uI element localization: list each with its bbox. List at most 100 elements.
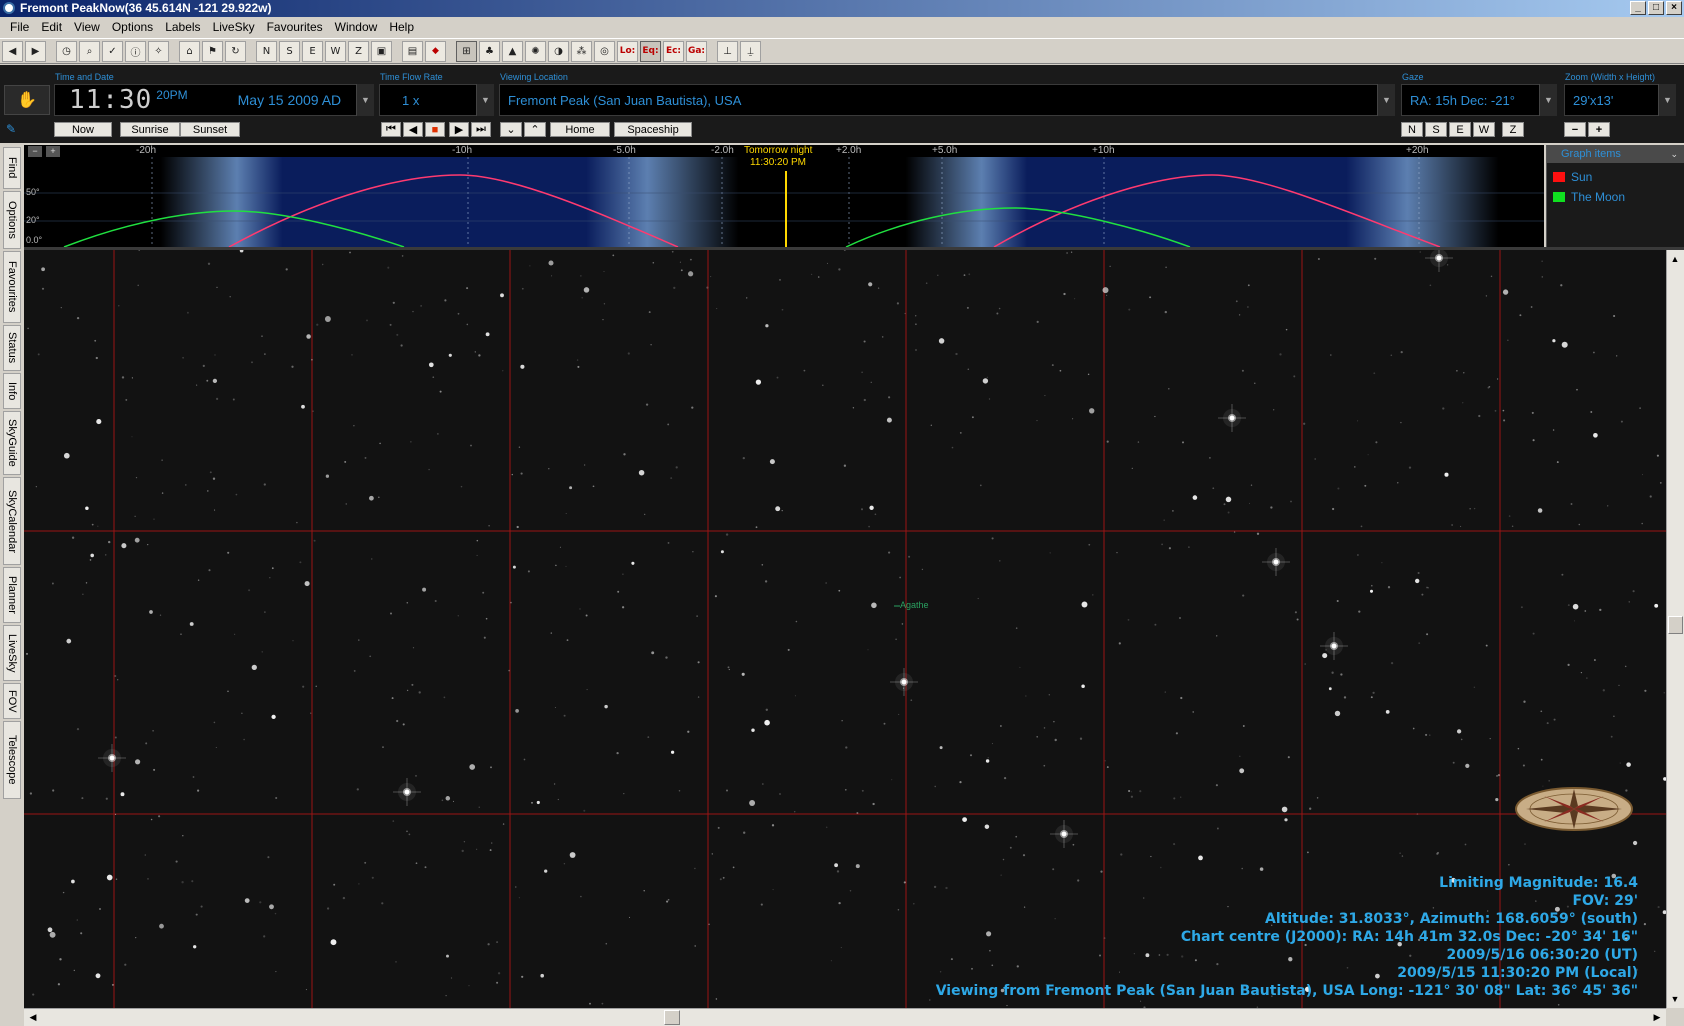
sun-icon[interactable]: ✺	[525, 40, 546, 62]
skip-forward-button[interactable]: ⏭	[471, 122, 491, 137]
flag-icon[interactable]: ⚑	[202, 40, 223, 62]
viewing-location-field[interactable]: Fremont Peak (San Juan Bautista), USA	[499, 84, 1395, 116]
clock-icon[interactable]: ◷	[56, 40, 77, 62]
time-date-field[interactable]: 11:30 20PM May 15 2009 AD	[54, 84, 374, 116]
timeline-zoom-in-button[interactable]: +	[46, 146, 60, 157]
play-button[interactable]: ▶	[449, 122, 469, 137]
sunrise-button[interactable]: Sunrise	[120, 122, 180, 137]
menu-file[interactable]: File	[4, 17, 35, 37]
asteroid-label-agathe[interactable]: Agathe	[900, 600, 929, 610]
menu-view[interactable]: View	[68, 17, 106, 37]
tab-fov[interactable]: FOV	[3, 683, 21, 719]
asterism-icon[interactable]: ⁂	[571, 40, 592, 62]
gaze-north-button[interactable]: N	[1401, 122, 1423, 137]
compass-rose-icon[interactable]	[1514, 786, 1634, 832]
vertical-scroll-thumb[interactable]	[1668, 616, 1683, 634]
ecliptic-grid-button[interactable]: Ec:	[663, 40, 684, 62]
sky-chart-view[interactable]: Agathe Limiting Magnitude: 16.4 FOV: 29'…	[24, 250, 1666, 1008]
scroll-down-arrow-icon[interactable]: ▼	[1667, 991, 1683, 1007]
flow-rate-dropdown-arrow[interactable]: ▼	[476, 84, 494, 116]
telescope-mount-icon[interactable]: ⍊	[740, 40, 761, 62]
equatorial-grid-button[interactable]: Eq:	[640, 40, 661, 62]
tab-skycalendar[interactable]: SkyCalendar	[3, 477, 21, 565]
stop-sign-icon[interactable]: ◆	[425, 40, 446, 62]
menu-livesky[interactable]: LiveSky	[207, 17, 261, 37]
direction-s-button[interactable]: S	[279, 40, 300, 62]
close-button[interactable]: ×	[1666, 1, 1682, 15]
menu-favourites[interactable]: Favourites	[261, 17, 329, 37]
zoom-out-button[interactable]: −	[1564, 122, 1586, 137]
gaze-west-button[interactable]: W	[1473, 122, 1495, 137]
scroll-right-arrow-icon[interactable]: ▶	[1649, 1009, 1665, 1025]
tab-info[interactable]: Info	[3, 373, 21, 409]
gaze-south-button[interactable]: S	[1425, 122, 1447, 137]
menu-edit[interactable]: Edit	[35, 17, 68, 37]
legend-collapse-icon[interactable]: ⌄	[1670, 145, 1678, 163]
minimize-button[interactable]: _	[1630, 1, 1646, 15]
grid-icon[interactable]: ⊞	[456, 40, 477, 62]
direction-n-button[interactable]: N	[256, 40, 277, 62]
tab-find[interactable]: Find	[3, 147, 21, 189]
home-button[interactable]: Home	[550, 122, 610, 137]
tab-status[interactable]: Status	[3, 325, 21, 371]
legend-item-moon[interactable]: The Moon	[1547, 187, 1684, 207]
maximize-button[interactable]: □	[1648, 1, 1664, 15]
home-icon[interactable]: ⌂	[179, 40, 200, 62]
horizontal-scroll-thumb[interactable]	[664, 1010, 680, 1025]
magnifier-icon[interactable]: ⌕	[79, 40, 100, 62]
altitude-timeline[interactable]: − + -20h -10h -5.0h -2.0h +2.0h +5.0h +1…	[24, 145, 1544, 247]
constellation-icon[interactable]: ✧	[148, 40, 169, 62]
location-dropdown-arrow[interactable]: ▼	[1377, 84, 1395, 116]
timeline-zoom-out-button[interactable]: −	[28, 146, 42, 157]
menu-window[interactable]: Window	[329, 17, 384, 37]
hand-control-icon[interactable]: ✋	[4, 85, 50, 115]
pin-icon[interactable]: ✎	[6, 122, 22, 138]
gaze-dropdown-arrow[interactable]: ▼	[1539, 84, 1557, 116]
triangle-icon[interactable]: ▲	[502, 40, 523, 62]
skip-back-button[interactable]: ⏮	[381, 122, 401, 137]
forward-arrow-icon[interactable]: ▶	[25, 40, 46, 62]
rotate-icon[interactable]: ↻	[225, 40, 246, 62]
menu-help[interactable]: Help	[383, 17, 420, 37]
tab-options[interactable]: Options	[3, 191, 21, 249]
tab-livesky[interactable]: LiveSky	[3, 625, 21, 681]
info-icon[interactable]: ⓘ	[125, 40, 146, 62]
zoom-in-button[interactable]: +	[1588, 122, 1610, 137]
tab-telescope[interactable]: Telescope	[3, 721, 21, 799]
pan-up-button[interactable]: ⌃	[524, 122, 546, 137]
checklist-icon[interactable]: ✓	[102, 40, 123, 62]
globe-icon[interactable]: ◑	[548, 40, 569, 62]
telescope-icon[interactable]: ⊥	[717, 40, 738, 62]
legend-header[interactable]: Graph items ⌄	[1547, 145, 1684, 163]
gaze-field[interactable]: RA: 15h Dec: -21°	[1401, 84, 1557, 116]
direction-w-button[interactable]: W	[325, 40, 346, 62]
picture-icon[interactable]: ▤	[402, 40, 423, 62]
legend-item-sun[interactable]: Sun	[1547, 167, 1684, 187]
horizontal-scrollbar[interactable]: ◀ ▶	[24, 1008, 1666, 1026]
tab-skyguide[interactable]: SkyGuide	[3, 411, 21, 475]
step-back-button[interactable]: ◀	[403, 122, 423, 137]
screen-icon[interactable]: ▣	[371, 40, 392, 62]
now-button[interactable]: Now	[54, 122, 112, 137]
tab-favourites[interactable]: Favourites	[3, 251, 21, 323]
gaze-zenith-button[interactable]: Z	[1502, 122, 1524, 137]
sunset-button[interactable]: Sunset	[180, 122, 240, 137]
tab-planner[interactable]: Planner	[3, 567, 21, 623]
direction-z-button[interactable]: Z	[348, 40, 369, 62]
time-dropdown-arrow[interactable]: ▼	[356, 84, 374, 116]
back-arrow-icon[interactable]: ◀	[2, 40, 23, 62]
pan-down-button[interactable]: ⌄	[500, 122, 522, 137]
menu-labels[interactable]: Labels	[159, 17, 206, 37]
galactic-grid-button[interactable]: Ga:	[686, 40, 707, 62]
gaze-east-button[interactable]: E	[1449, 122, 1471, 137]
scroll-left-arrow-icon[interactable]: ◀	[25, 1009, 41, 1025]
local-grid-button[interactable]: Lo:	[617, 40, 638, 62]
tree-icon[interactable]: ♣	[479, 40, 500, 62]
scroll-up-arrow-icon[interactable]: ▲	[1667, 251, 1683, 267]
menu-options[interactable]: Options	[106, 17, 159, 37]
vertical-scrollbar[interactable]: ▲ ▼	[1666, 250, 1684, 1008]
stop-button[interactable]: ■	[425, 122, 445, 137]
zoom-dropdown-arrow[interactable]: ▼	[1658, 84, 1676, 116]
spaceship-button[interactable]: Spaceship	[614, 122, 692, 137]
spiral-icon[interactable]: ◎	[594, 40, 615, 62]
